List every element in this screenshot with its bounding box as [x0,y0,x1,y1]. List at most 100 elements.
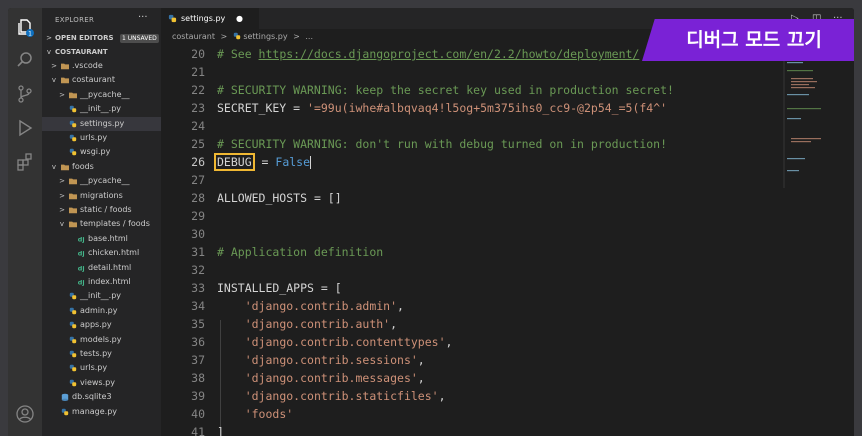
line-number: 32 [191,263,205,277]
explorer-title: EXPLORER [55,16,95,24]
tree-file[interactable]: dj chicken.html [42,246,161,260]
line-number: 29 [191,209,205,223]
open-editors-section[interactable]: > OPEN EDITORS 1 UNSAVED [42,31,161,45]
code-token: , [417,371,425,385]
code-token: # SECURITY WARNING: keep the secret key … [217,83,674,97]
tree-item-label: wsgi.py [80,147,111,157]
folder-icon [69,193,77,199]
tree-folder[interactable]: v costaurant [42,73,161,87]
activity-bar: 1 [8,8,42,436]
code-token: SECRET_KEY [217,101,287,115]
line-number: 35 [191,317,205,331]
chevron-down-icon: v [59,220,65,229]
code-token: # SECURITY WARNING: don't run with debug… [217,137,668,151]
chevron-right-icon: > [59,177,65,186]
code-token: ] [217,425,224,436]
line-number: 41 [191,425,205,436]
code-token: False [275,155,311,169]
code-token: , [417,353,425,367]
breadcrumb-file[interactable]: settings.py [243,32,287,41]
code-token: = [254,155,276,169]
tree-folder[interactable]: v templates / foods [42,217,161,231]
minimap[interactable] [783,48,843,188]
code-token: 'django.contrib.staticfiles' [244,389,439,403]
search-icon[interactable] [15,50,35,70]
extensions-icon[interactable] [15,152,35,172]
tree-file[interactable]: settings.py [42,116,161,131]
line-number: 37 [191,353,205,367]
tab-settings-py[interactable]: settings.py ● [161,8,259,29]
python-file-icon [69,350,77,358]
tree-folder[interactable]: > __pycache__ [42,174,161,188]
tree-file[interactable]: tests.py [42,347,161,361]
python-file-icon [69,379,77,386]
project-section[interactable]: v COSTAURANT [42,45,161,59]
tree-file[interactable]: db.sqlite3 [42,390,161,404]
tree-file[interactable]: wsgi.py [42,145,161,159]
code-token: ALLOWED_HOSTS [217,191,308,205]
account-icon[interactable] [15,404,35,424]
tree-file[interactable]: manage.py [42,405,161,419]
database-icon [61,393,69,402]
django-template-icon: dj [78,264,85,272]
folder-open-icon [69,221,77,228]
code-token: https://docs.djangoproject.com/en/2.2/ho… [258,47,640,61]
line-number: 22 [191,83,205,97]
line-number: 26 [191,155,205,169]
folder-icon [61,63,69,70]
tree-folder[interactable]: > migrations [42,189,161,203]
tree-file[interactable]: dj index.html [42,275,161,289]
folder-icon [69,178,77,185]
tree-item-label: index.html [88,277,131,286]
python-file-icon [69,365,77,372]
tree-file[interactable]: urls.py [42,361,161,375]
svg-text:dj: dj [78,278,85,286]
line-number: 25 [191,137,205,151]
tree-file[interactable]: views.py [42,376,161,390]
tree-folder[interactable]: > __pycache__ [42,88,161,102]
tree-item-label: .vscode [72,61,103,70]
files-icon[interactable]: 1 [15,17,35,37]
highlighted-token: DEBUG [214,153,255,171]
tree-folder[interactable]: > .vscode [42,59,161,73]
code-token: = [ [313,281,342,295]
breadcrumb-symbol[interactable]: ... [305,32,313,41]
tree-item-label: tests.py [80,349,112,358]
code-line: 'django.contrib.auth', [217,315,397,333]
tree-item-label: manage.py [72,406,118,416]
tree-folder[interactable]: v foods [42,160,161,174]
tree-file[interactable]: __init__.py [42,289,161,303]
tree-file[interactable]: dj detail.html [42,261,161,275]
python-file-icon [69,293,77,300]
tree-file[interactable]: apps.py [42,318,161,332]
code-token: , [390,317,398,331]
line-number: 40 [191,407,205,421]
tree-folder[interactable]: > static / foods [42,203,161,217]
breadcrumb-folder[interactable]: costaurant [172,32,215,41]
text-cursor [310,156,312,169]
code-token: # Application definition [217,245,384,259]
tree-file[interactable]: admin.py [42,304,161,318]
tree-item-label: db.sqlite3 [72,392,112,402]
tree-item-label: __pycache__ [80,176,130,186]
tree-item-label: base.html [88,233,128,243]
python-file-icon [69,149,77,156]
tree-file[interactable]: urls.py [42,131,161,145]
folder-icon [69,207,77,214]
line-number: 20 [191,47,205,61]
line-number: 34 [191,299,205,313]
code-token: 'django.contrib.admin' [244,299,398,313]
chevron-right-icon: > [59,90,65,99]
source-control-icon[interactable] [15,84,35,104]
more-actions-icon[interactable]: ··· [138,12,148,23]
folder-icon [69,92,77,98]
unsaved-dot-icon: ● [236,14,243,23]
tree-file[interactable]: __init__.py [42,102,161,116]
debug-icon[interactable] [15,118,35,138]
tree-file[interactable]: models.py [42,333,161,347]
tree-file[interactable]: dj base.html [42,232,161,246]
code-token: 'foods' [244,407,294,421]
